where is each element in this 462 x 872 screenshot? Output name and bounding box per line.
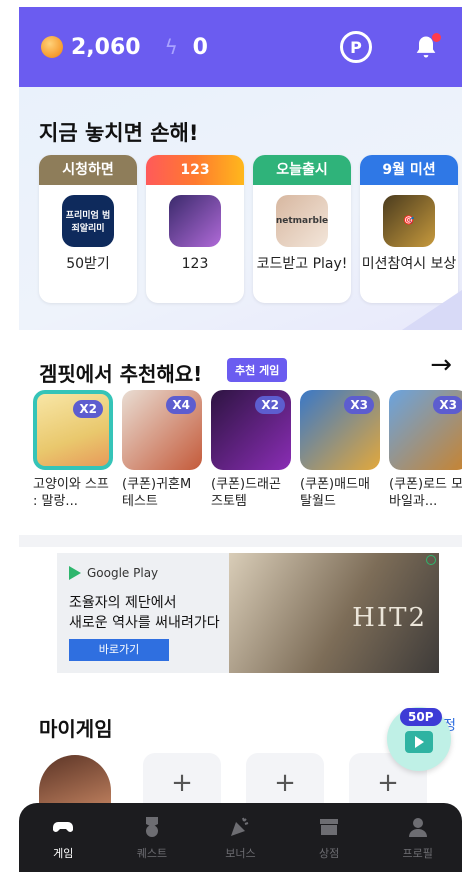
offer-app-icon bbox=[169, 195, 221, 247]
offer-card-label: 9월 미션 bbox=[360, 155, 458, 185]
game-name: (쿠폰)매드매 탈월드 bbox=[300, 477, 370, 509]
bottom-nav: 게임 퀘스트 보너스 상점 프로필 bbox=[19, 803, 462, 872]
offer-card-desc: 코드받고 Play! bbox=[256, 256, 348, 272]
multiplier-badge: X2 bbox=[73, 400, 103, 418]
party-popper-icon bbox=[231, 817, 249, 836]
section-divider bbox=[19, 535, 462, 547]
play-icon bbox=[405, 731, 433, 753]
recommend-tag: 추천 게임 bbox=[227, 358, 288, 382]
offers-title: 지금 놓치면 손해! bbox=[39, 121, 199, 145]
recommend-section: 겜핏에서 추천해요! 추천 게임 → X2 고양이와 스프 : 말랑... X4… bbox=[19, 330, 462, 535]
coin-icon bbox=[41, 36, 63, 58]
offer-app-icon: 🎯 bbox=[383, 195, 435, 247]
arrow-right-icon[interactable]: → bbox=[430, 350, 452, 380]
game-icon: X3 bbox=[300, 390, 380, 470]
store-icon bbox=[320, 818, 339, 835]
recommend-title: 겜핏에서 추천해요! bbox=[39, 362, 203, 386]
offer-app-icon: 프리미엄 범죄알리미 bbox=[62, 195, 114, 247]
game-name: (쿠폰)드래곤 즈토템 bbox=[211, 477, 281, 509]
ad-logo: HIT2 bbox=[352, 603, 427, 633]
game-item[interactable]: X2 (쿠폰)드래곤 즈토템 bbox=[211, 390, 291, 510]
ad-cta-button[interactable]: 바로가기 bbox=[69, 639, 169, 661]
medal-icon bbox=[145, 816, 158, 837]
offer-card[interactable]: 시청하면 프리미엄 범죄알리미 50받기 bbox=[39, 155, 137, 303]
game-name: (쿠폰)귀혼M 테스트 bbox=[122, 477, 192, 509]
offer-app-icon: netmarble bbox=[276, 195, 328, 247]
decorative-shape bbox=[402, 290, 462, 330]
offer-card-desc: 50받기 bbox=[66, 256, 110, 272]
ad-banner[interactable]: Google Play 조율자의 제단에서 새로운 역사를 써내려가다 바로가기… bbox=[57, 553, 439, 673]
offer-card-label: 시청하면 bbox=[39, 155, 137, 185]
notification-dot bbox=[432, 33, 441, 42]
game-name: (쿠폰)로드 모바일과... bbox=[389, 477, 462, 509]
offer-card-label: 123 bbox=[146, 155, 244, 185]
bell-icon[interactable] bbox=[412, 33, 441, 61]
offer-card[interactable]: 오늘출시 netmarble 코드받고 Play! bbox=[253, 155, 351, 303]
offers-section: 지금 놓치면 손해! 시청하면 프리미엄 범죄알리미 50받기 123 123 … bbox=[19, 87, 462, 330]
offer-card[interactable]: 9월 미션 🎯 미션참여시 보상 bbox=[360, 155, 458, 303]
gamepad-icon bbox=[53, 821, 74, 832]
nav-game[interactable]: 게임 bbox=[19, 803, 108, 872]
offer-card-desc: 미션참여시 보상 bbox=[361, 256, 457, 272]
reward-badge: 50P bbox=[400, 708, 442, 726]
energy-balance: 0 bbox=[192, 34, 208, 60]
game-item[interactable]: X4 (쿠폰)귀혼M 테스트 bbox=[122, 390, 202, 510]
game-item[interactable]: X3 (쿠폰)로드 모바일과... bbox=[389, 390, 462, 510]
multiplier-badge: X3 bbox=[433, 396, 462, 414]
ad-text: 조율자의 제단에서 새로운 역사를 써내려가다 bbox=[69, 595, 220, 631]
top-header: 2,060 ϟ 0 P bbox=[19, 7, 462, 87]
game-name: 고양이와 스프 : 말랑... bbox=[33, 477, 109, 509]
mygame-title: 마이게임 bbox=[39, 717, 113, 741]
game-icon: X2 bbox=[33, 390, 113, 470]
offer-card[interactable]: 123 123 bbox=[146, 155, 244, 303]
user-icon bbox=[408, 817, 427, 837]
add-game-slot[interactable]: + bbox=[246, 753, 324, 803]
game-item[interactable]: X2 고양이와 스프 : 말랑... bbox=[33, 390, 113, 510]
game-icon: X3 bbox=[389, 390, 462, 470]
avatar[interactable] bbox=[39, 755, 111, 803]
offer-card-desc: 123 bbox=[181, 256, 209, 272]
google-play-icon bbox=[69, 566, 81, 580]
points-balance: 2,060 bbox=[71, 34, 141, 60]
game-icon: X4 bbox=[122, 390, 202, 470]
multiplier-badge: X4 bbox=[166, 396, 196, 414]
adchoices-icon[interactable] bbox=[426, 555, 436, 565]
nav-profile[interactable]: 프로필 bbox=[373, 803, 462, 872]
bolt-icon: ϟ bbox=[164, 35, 178, 59]
multiplier-badge: X3 bbox=[344, 396, 374, 414]
game-item[interactable]: X3 (쿠폰)매드매 탈월드 bbox=[300, 390, 380, 510]
game-icon: X2 bbox=[211, 390, 291, 470]
google-play-label: Google Play bbox=[69, 566, 158, 580]
multiplier-badge: X2 bbox=[255, 396, 285, 414]
add-game-slot[interactable]: + bbox=[143, 753, 221, 803]
nav-quest[interactable]: 퀘스트 bbox=[108, 803, 197, 872]
nav-store[interactable]: 상점 bbox=[285, 803, 374, 872]
nav-bonus[interactable]: 보너스 bbox=[196, 803, 285, 872]
offer-card-label: 오늘출시 bbox=[253, 155, 351, 185]
point-exchange-icon[interactable]: P bbox=[340, 31, 372, 63]
